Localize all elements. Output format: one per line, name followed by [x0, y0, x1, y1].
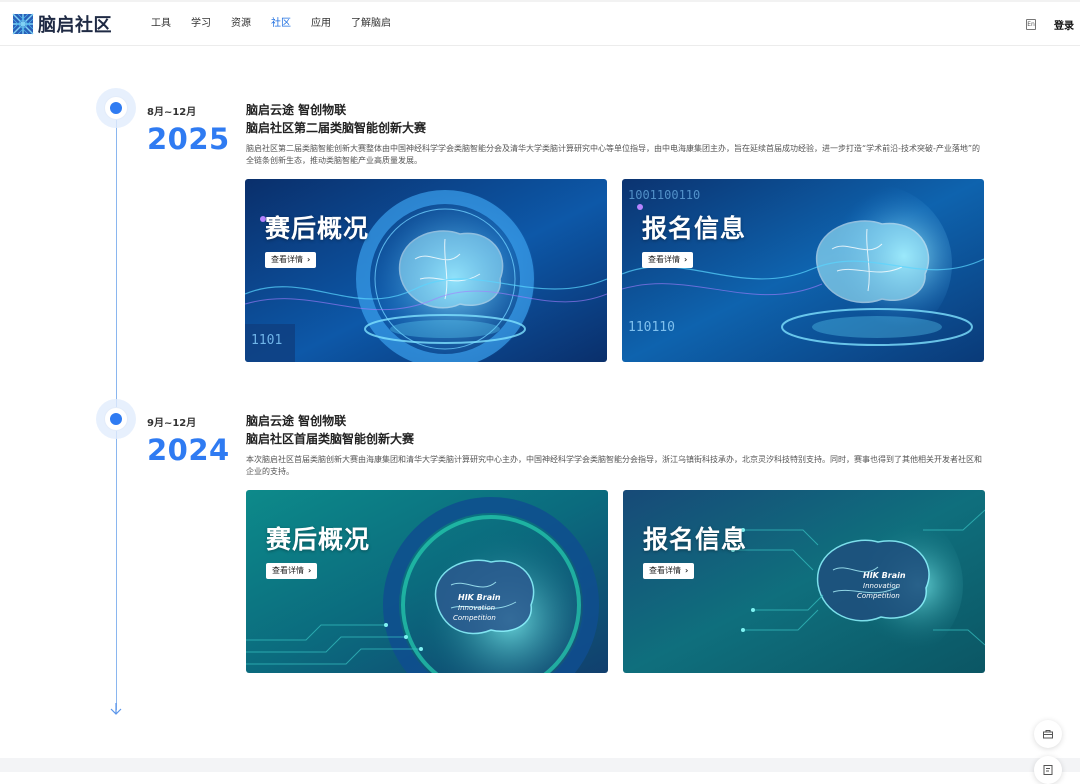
svg-text:110110: 110110: [628, 320, 675, 335]
chevron-right-icon: ›: [684, 255, 688, 264]
floating-feedback-button[interactable]: [1034, 756, 1062, 784]
brand-text: Competition: [453, 614, 496, 622]
logo-text: 脑启社区: [38, 15, 112, 36]
card-heading: 报名信息: [642, 214, 747, 243]
svg-text:1101: 1101: [251, 333, 282, 348]
brand-text: Competition: [857, 592, 900, 600]
nav-item-resources[interactable]: 资源: [231, 16, 251, 32]
nav-item-community[interactable]: 社区: [271, 16, 291, 32]
brand-text: HIK Brain: [458, 593, 501, 602]
card-heading: 赛后概况: [266, 525, 371, 554]
event-title-line1: 脑启云途 智创物联: [246, 414, 347, 428]
nav-item-learning[interactable]: 学习: [191, 16, 211, 32]
event-description: 本次脑启社区首届类脑创新大赛由海康集团和清华大学类脑计算研究中心主办，中国神经科…: [246, 455, 982, 476]
card-2024-post-event[interactable]: HIK Brain Innovation Competition 赛后概况 查看…: [246, 490, 608, 673]
card-heading: 报名信息: [643, 525, 748, 554]
event-date-range: 8月~12月: [147, 107, 197, 118]
card-brain-illustration: HIK Brain Innovation Competition: [623, 490, 985, 673]
event-title-line2: 脑启社区第二届类脑智能创新大赛: [246, 121, 427, 135]
view-details-button[interactable]: 查看详情 ›: [265, 252, 317, 268]
brand-text: HIK Brain: [863, 571, 906, 580]
card-2025-post-event[interactable]: 1101 赛后概况 查看详情 ›: [245, 179, 607, 362]
event-title-line1: 脑启云途 智创物联: [246, 103, 347, 117]
site-logo[interactable]: 脑启社区: [12, 12, 112, 36]
event-title-line2: 脑启社区首届类脑智能创新大赛: [246, 432, 415, 446]
top-header: 脑启社区 工具 学习 资源 社区 应用 了解脑启 En 登录: [0, 0, 1080, 46]
arrow-down-icon: [110, 703, 122, 715]
footer-bar: [0, 758, 1080, 772]
nav-item-about[interactable]: 了解脑启: [351, 16, 391, 32]
event-year: 2025: [147, 122, 230, 156]
card-brain-illustration: 1001100110 110110: [622, 179, 984, 362]
floating-briefcase-button[interactable]: [1034, 720, 1062, 748]
logo-mark-icon: [12, 13, 34, 35]
brand-text: Innovation: [458, 604, 495, 612]
chevron-right-icon: ›: [685, 566, 689, 575]
view-details-button[interactable]: 查看详情 ›: [643, 563, 695, 579]
timeline-dot-2024: [96, 399, 136, 439]
login-button[interactable]: 登录: [1054, 17, 1074, 32]
svg-text:1001100110: 1001100110: [628, 188, 700, 202]
card-brain-illustration: HIK Brain Innovation Competition: [246, 490, 608, 673]
brand-text: Innovation: [863, 582, 900, 590]
view-details-button[interactable]: 查看详情 ›: [266, 563, 318, 579]
event-date-range: 9月~12月: [147, 418, 197, 429]
timeline-dot-2025: [96, 88, 136, 128]
nav-item-tools[interactable]: 工具: [151, 16, 171, 32]
card-2024-registration[interactable]: HIK Brain Innovation Competition 报名信息 查看…: [623, 490, 985, 673]
briefcase-icon: [1043, 730, 1053, 739]
main-nav: 工具 学习 资源 社区 应用 了解脑启: [151, 16, 411, 32]
language-icon[interactable]: En: [1026, 19, 1036, 30]
chevron-right-icon: ›: [307, 255, 311, 264]
card-2025-registration[interactable]: 1001100110 110110 报名信息 查看详情 ›: [622, 179, 984, 362]
feedback-icon: [1043, 765, 1053, 775]
nav-item-apps[interactable]: 应用: [311, 16, 331, 32]
card-brain-illustration: 1101: [245, 179, 607, 362]
header-top-divider: [0, 0, 1080, 2]
event-description: 脑启社区第二届类脑智能创新大赛整体由中国神经科学学会类脑智能分会及清华大学类脑计…: [246, 144, 981, 165]
view-details-button[interactable]: 查看详情 ›: [642, 252, 694, 268]
event-year: 2024: [147, 433, 230, 467]
chevron-right-icon: ›: [308, 566, 312, 575]
card-heading: 赛后概况: [265, 214, 370, 243]
